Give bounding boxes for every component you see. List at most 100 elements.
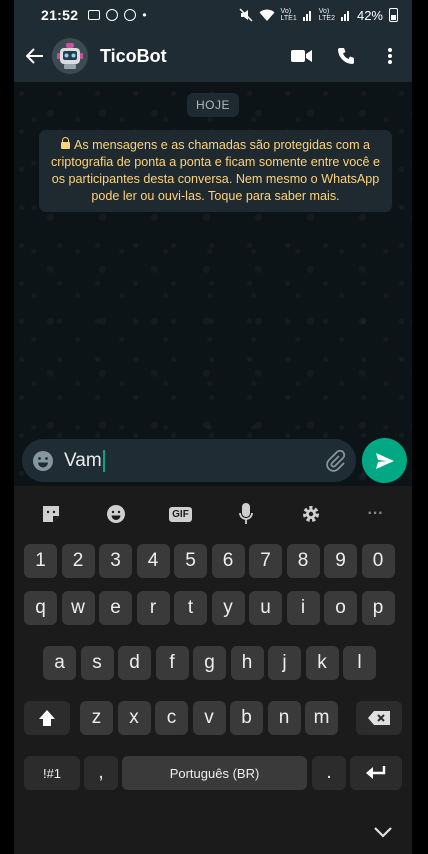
- space-key[interactable]: Português (BR): [122, 756, 307, 790]
- status-bar: 21:52 • Vo) LTE1 Vo) LTE2 42%: [14, 0, 412, 30]
- key-j[interactable]: j: [268, 646, 301, 680]
- app-notification-icon: [106, 9, 119, 21]
- status-time: 21:52: [41, 7, 79, 23]
- signal-1-label: Vo) LTE1: [280, 8, 297, 22]
- kebab-menu-icon: [388, 48, 392, 64]
- message-input[interactable]: Vam: [22, 439, 356, 482]
- voice-input-button[interactable]: [226, 494, 266, 534]
- send-button[interactable]: [362, 438, 407, 483]
- key-v[interactable]: v: [192, 701, 226, 735]
- backspace-icon: [368, 711, 390, 725]
- emoji-keyboard-button[interactable]: [96, 494, 136, 534]
- key-5[interactable]: 5: [174, 544, 207, 578]
- back-button[interactable]: [18, 36, 52, 76]
- sticker-button[interactable]: [31, 494, 71, 534]
- key-z[interactable]: z: [80, 701, 113, 735]
- key-2[interactable]: 2: [61, 544, 95, 578]
- key-q[interactable]: q: [24, 591, 57, 625]
- key-0[interactable]: 0: [361, 544, 395, 578]
- encryption-notice[interactable]: As mensagens e as chamadas são protegida…: [39, 130, 392, 212]
- keyboard-settings-button[interactable]: [291, 494, 331, 534]
- key-7[interactable]: 7: [249, 544, 282, 578]
- gif-icon: GIF: [169, 506, 192, 522]
- voice-call-button[interactable]: [324, 34, 368, 78]
- key-o[interactable]: o: [324, 591, 357, 625]
- key-f[interactable]: f: [155, 646, 189, 680]
- symbols-key[interactable]: !#1: [24, 756, 80, 790]
- encryption-notice-text: As mensagens e as chamadas são protegida…: [50, 138, 381, 203]
- key-c[interactable]: c: [155, 701, 188, 735]
- key-x[interactable]: x: [117, 701, 151, 735]
- key-m[interactable]: m: [305, 701, 338, 735]
- comma-key[interactable]: ,: [84, 756, 118, 790]
- key-4[interactable]: 4: [136, 544, 170, 578]
- video-notification-icon: [88, 10, 101, 20]
- video-call-button[interactable]: [280, 34, 324, 78]
- phone-icon: [338, 48, 354, 64]
- key-g[interactable]: g: [193, 646, 226, 680]
- signal-2-label: Vo) LTE2: [318, 8, 335, 22]
- sync-notification-icon: [124, 9, 137, 21]
- key-8[interactable]: 8: [286, 544, 320, 578]
- notification-icons: •: [88, 8, 147, 22]
- key-n[interactable]: n: [267, 701, 301, 735]
- more-notifications-dot: •: [142, 8, 147, 22]
- contact-name[interactable]: TicoBot: [100, 46, 167, 67]
- emoji-icon[interactable]: [32, 450, 54, 472]
- key-k[interactable]: k: [305, 646, 339, 680]
- battery-percent: 42%: [356, 7, 383, 23]
- backspace-key[interactable]: [356, 701, 402, 735]
- more-tools-button[interactable]: ···: [356, 494, 396, 534]
- avatar[interactable]: [52, 38, 88, 74]
- chat-area: HOJE As mensagens e as chamadas são prot…: [14, 82, 412, 486]
- hide-keyboard-icon[interactable]: [371, 824, 395, 840]
- key-w[interactable]: w: [61, 591, 95, 625]
- more-options-button[interactable]: [368, 34, 412, 78]
- date-chip: HOJE: [186, 93, 240, 117]
- key-1[interactable]: 1: [24, 544, 57, 578]
- phone-screen: 21:52 • Vo) LTE1 Vo) LTE2 42% TicoBot HO…: [14, 0, 412, 854]
- key-a[interactable]: a: [43, 646, 76, 680]
- key-s[interactable]: s: [80, 646, 114, 680]
- key-p[interactable]: p: [361, 591, 395, 625]
- message-text-value: Vam: [64, 449, 102, 471]
- text-caret: [102, 449, 105, 472]
- lock-icon: [60, 137, 70, 149]
- key-h[interactable]: h: [230, 646, 264, 680]
- key-l[interactable]: l: [343, 646, 376, 680]
- system-status: Vo) LTE1 Vo) LTE2 42%: [239, 8, 398, 23]
- key-3[interactable]: 3: [99, 544, 132, 578]
- signal-1-icon: [302, 11, 311, 21]
- key-d[interactable]: d: [118, 646, 151, 680]
- microphone-icon: [238, 503, 253, 524]
- enter-key[interactable]: [350, 756, 402, 790]
- shift-key[interactable]: [24, 701, 70, 735]
- battery-icon: [389, 8, 398, 22]
- keyboard: GIF ··· 1234567890 qwertyuiop asdfghjkl zxc…: [14, 486, 412, 854]
- key-t[interactable]: t: [174, 591, 207, 625]
- keyboard-toolbar: GIF ···: [14, 486, 412, 542]
- chat-header: TicoBot: [14, 30, 412, 82]
- key-9[interactable]: 9: [324, 544, 357, 578]
- key-i[interactable]: i: [286, 591, 320, 625]
- key-b[interactable]: b: [230, 701, 263, 735]
- video-camera-icon: [291, 50, 312, 62]
- wifi-icon: [259, 9, 275, 21]
- smiley-icon: [106, 505, 125, 523]
- key-y[interactable]: y: [211, 591, 245, 625]
- header-actions: [280, 34, 412, 78]
- gif-button[interactable]: GIF: [161, 494, 201, 534]
- ellipsis-icon: ···: [367, 505, 384, 522]
- arrow-left-icon: [26, 48, 43, 64]
- enter-icon: [366, 766, 386, 779]
- period-key[interactable]: .: [312, 756, 346, 790]
- key-u[interactable]: u: [249, 591, 282, 625]
- paperclip-icon[interactable]: [324, 449, 346, 472]
- send-icon: [375, 452, 394, 469]
- signal-2-icon: [340, 11, 349, 21]
- key-r[interactable]: r: [136, 591, 170, 625]
- key-6[interactable]: 6: [211, 544, 245, 578]
- message-text[interactable]: Vam: [64, 449, 105, 472]
- key-e[interactable]: e: [99, 591, 132, 625]
- robot-icon: [57, 43, 83, 69]
